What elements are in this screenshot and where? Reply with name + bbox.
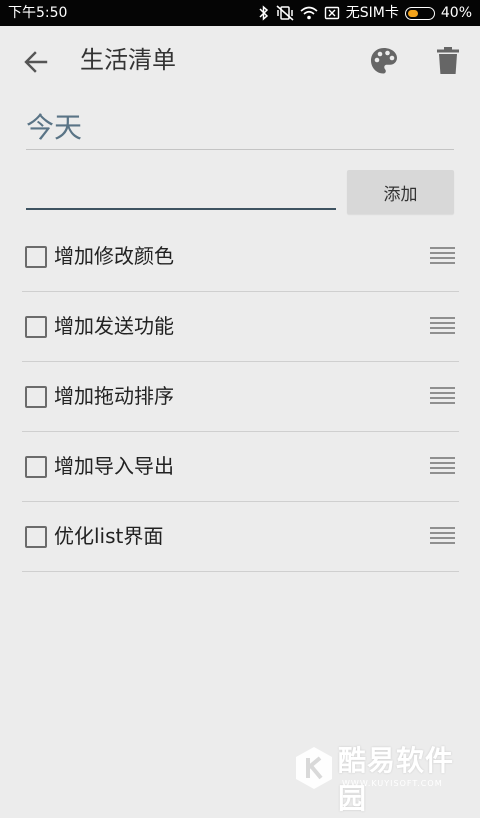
arrow-left-icon[interactable] xyxy=(22,48,50,76)
drag-handle-icon[interactable] xyxy=(430,317,455,335)
item-label[interactable]: 优化list界面 xyxy=(54,522,163,550)
list-item: 优化list界面 xyxy=(22,502,459,572)
new-item-input[interactable] xyxy=(26,170,336,210)
watermark-subtext: WWW.KUYISOFT.COM xyxy=(342,779,443,788)
status-icons: 无SIM卡 40% xyxy=(258,3,472,23)
item-checkbox[interactable] xyxy=(25,456,47,478)
vibrate-icon xyxy=(276,5,294,21)
page-title: 生活清单 xyxy=(80,46,176,74)
item-checkbox[interactable] xyxy=(25,386,47,408)
item-label[interactable]: 增加拖动排序 xyxy=(54,382,174,410)
item-label[interactable]: 增加导入导出 xyxy=(54,452,174,480)
status-time: 下午5:50 xyxy=(8,5,68,21)
item-label[interactable]: 增加修改颜色 xyxy=(54,242,174,270)
status-bar: 下午5:50 无SIM卡 40% xyxy=(0,0,480,26)
list-title-field[interactable]: 今天 xyxy=(26,108,454,150)
wifi-icon xyxy=(300,6,318,20)
app-bar: 生活清单 xyxy=(0,26,480,96)
watermark: 酷易软件园 WWW.KUYISOFT.COM xyxy=(294,742,474,815)
item-label[interactable]: 增加发送功能 xyxy=(54,312,174,340)
battery-level xyxy=(407,9,418,17)
list-item: 增加导入导出 xyxy=(22,432,459,502)
list-item: 增加发送功能 xyxy=(22,292,459,362)
carrier-label: 无SIM卡 xyxy=(345,5,399,21)
list-item: 增加拖动排序 xyxy=(22,362,459,432)
add-button[interactable]: 添加 xyxy=(347,170,454,214)
watermark-logo-icon xyxy=(296,747,332,789)
palette-icon[interactable] xyxy=(369,46,399,76)
no-sim-icon xyxy=(324,6,339,20)
battery-percent: 40% xyxy=(440,5,472,21)
item-checkbox[interactable] xyxy=(25,246,47,268)
item-checkbox[interactable] xyxy=(25,526,47,548)
bluetooth-icon xyxy=(259,5,268,21)
drag-handle-icon[interactable] xyxy=(430,247,455,265)
trash-icon[interactable] xyxy=(434,46,462,76)
drag-handle-icon[interactable] xyxy=(430,387,455,405)
todo-list: 增加修改颜色 增加发送功能 增加拖动排序 增加导入导出 优化list界面 xyxy=(22,222,459,572)
list-item: 增加修改颜色 xyxy=(22,222,459,292)
item-checkbox[interactable] xyxy=(25,316,47,338)
battery-icon xyxy=(404,6,435,20)
drag-handle-icon[interactable] xyxy=(430,457,455,475)
drag-handle-icon[interactable] xyxy=(430,527,455,545)
